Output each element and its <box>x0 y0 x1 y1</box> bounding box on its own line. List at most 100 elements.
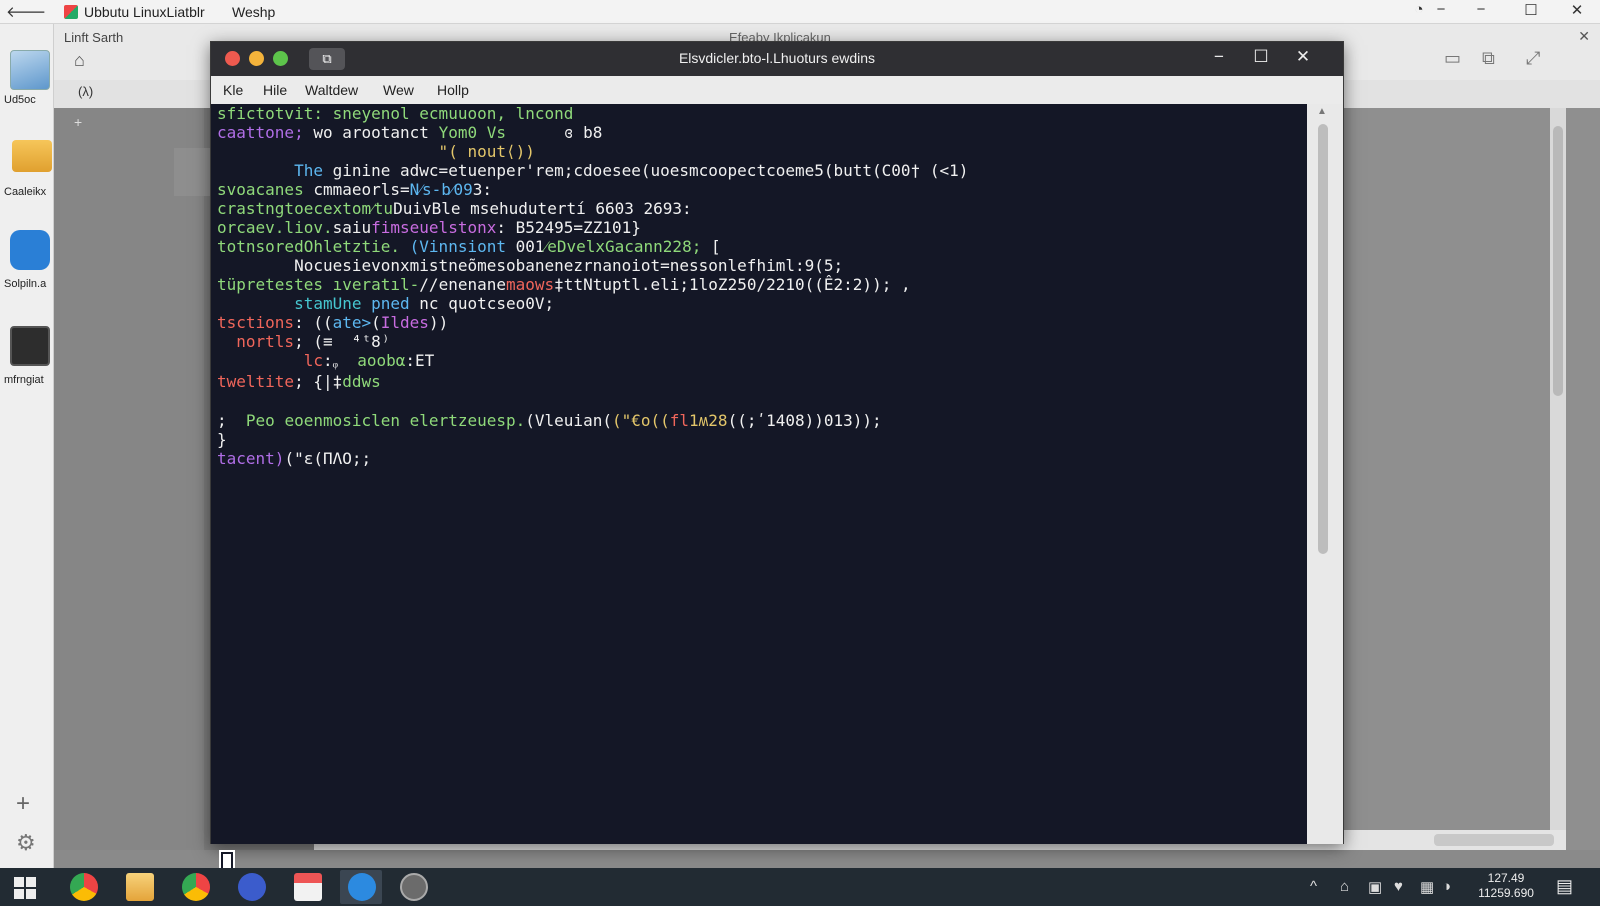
expand-icon[interactable]: ⤢ <box>1526 48 1540 69</box>
start-menu-icon[interactable] <box>14 877 36 899</box>
calendar-app-icon[interactable] <box>286 870 328 904</box>
terminal-token: :ET <box>405 351 435 370</box>
terminal-window: ⧉ Elsvdicler.bto-l.Lhuoturs ewdins − ☐ ✕… <box>210 41 1344 876</box>
terminal-line: sfictotvit: sneyenol ecmuuoon, lncond <box>217 104 968 123</box>
terminal-token: DuivBle <box>393 199 471 218</box>
host-menu-item[interactable]: Weshp <box>232 4 275 20</box>
desktop-icon-label: Caaleikx <box>4 186 47 198</box>
chrome-icon[interactable] <box>62 870 104 904</box>
terminal-token: tweltite <box>217 372 295 391</box>
minimize-icon[interactable]: − <box>1430 1 1452 18</box>
breadcrumb[interactable]: (λ) <box>78 84 93 99</box>
terminal-scrollbar[interactable]: ▲ <box>1307 104 1343 844</box>
battery-icon[interactable]: ▣ <box>1368 878 1382 896</box>
terminal-token: Nocuesievonxmistneõmesobanenezrnanoiot=n… <box>217 256 844 275</box>
terminal-output[interactable]: sfictotvit: sneyenol ecmuuoon, lncond caa… <box>211 104 1307 876</box>
maximize-button[interactable]: ☐ <box>1520 1 1542 19</box>
steam-icon[interactable] <box>392 870 434 904</box>
menu-item-window[interactable]: Wew <box>383 82 414 98</box>
host-window-title: Ubbutu LinuxLiatblr <box>84 4 205 20</box>
terminal-token: 001 <box>515 237 545 256</box>
clock[interactable]: 127.49 11259.690 <box>1476 871 1536 901</box>
add-icon[interactable]: + <box>16 790 30 818</box>
vertical-scrollbar[interactable] <box>1550 108 1566 836</box>
terminal-token: ⁄eDvelx <box>544 237 605 256</box>
scrollbar-thumb[interactable] <box>1434 834 1554 846</box>
settings-icon[interactable]: ⚙ <box>16 830 36 856</box>
scrollbar-thumb[interactable] <box>1318 124 1328 554</box>
terminal-token: {|‡ <box>313 372 343 391</box>
network-icon[interactable]: ⌂ <box>1340 878 1349 895</box>
terminal-line: tsctions: ((ate>(Ildes)) <box>217 313 968 332</box>
terminal-title: Elsvdicler.bto-l.Lhuoturs ewdins <box>678 50 876 66</box>
terminal-line: caattone; wo arootanct Yom0 Vs ɞ b8 <box>217 123 968 142</box>
minimize-button[interactable]: − <box>1470 1 1492 18</box>
volume-icon[interactable]: ◑ <box>1442 878 1451 895</box>
minimize-icon[interactable]: − <box>1207 47 1231 67</box>
add-icon[interactable]: + <box>74 114 82 130</box>
close-icon[interactable]: ✕ <box>1578 28 1590 45</box>
terminal-token: tacent) <box>217 449 285 468</box>
file-explorer-icon[interactable] <box>118 870 160 904</box>
menu-item-view[interactable]: Waltdew <box>305 82 358 98</box>
terminal-token: (Vleuian( <box>525 411 612 430</box>
terminal-token: } <box>217 430 227 449</box>
folder-icon[interactable] <box>12 140 52 172</box>
monitor-icon[interactable] <box>10 326 50 366</box>
terminal-token: 3: <box>472 180 493 199</box>
terminal-token: ginine adwc=etuenper'rem;cdoesee(uoesmco… <box>332 161 969 180</box>
terminal-token: fl <box>669 411 690 430</box>
terminal-token: nortls <box>217 332 295 351</box>
tray-expand-icon[interactable]: ^ <box>1310 878 1317 895</box>
status-icon[interactable]: ◔ <box>1408 1 1430 18</box>
app-icon <box>64 5 78 19</box>
terminal-token: [ <box>710 237 721 256</box>
scrollbar-thumb[interactable] <box>1553 126 1563 396</box>
terminal-token: ((;ʹ1408))013)); <box>727 411 882 430</box>
terminal-token: ddws <box>342 372 381 391</box>
terminal-token: saiu <box>332 218 372 237</box>
maximize-icon[interactable]: ☐ <box>1249 47 1273 67</box>
back-icon[interactable]: 🡐 <box>6 2 46 22</box>
home-icon[interactable]: ⌂ <box>74 50 85 71</box>
terminal-token: ıveratıl- <box>332 275 420 294</box>
terminal-token: Ildes <box>380 313 429 332</box>
terminal-token: Gacann228; <box>605 237 711 256</box>
clock-time: 127.49 <box>1487 871 1525 885</box>
health-icon[interactable]: ♥ <box>1394 878 1403 895</box>
edge-icon[interactable] <box>340 870 382 904</box>
close-button[interactable]: ✕ <box>1566 1 1588 19</box>
terminal-token: sfictotvit: <box>217 104 333 123</box>
image-file-icon[interactable] <box>10 50 50 90</box>
terminal-line: nortls; (≡ ⁴ᵗ8⁾ <box>217 332 968 351</box>
chrome-icon[interactable] <box>174 870 216 904</box>
terminal-line: "( nout⟨)) <box>217 142 968 161</box>
notification-icon[interactable]: ▤ <box>1556 876 1573 897</box>
terminal-title-bar[interactable]: ⧉ Elsvdicler.bto-l.Lhuoturs ewdins − ☐ ✕ <box>211 42 1343 76</box>
keyboard-icon[interactable]: ▦ <box>1420 878 1434 896</box>
terminal-line: tacent)("ɛ(ΠΛΟ;; <box>217 449 968 468</box>
chart-app-icon[interactable] <box>10 230 50 270</box>
terminal-token: ("€o(( <box>611 411 670 430</box>
menu-item-help[interactable]: Hollp <box>437 82 469 98</box>
terminal-line: tüpretestes ıveratıl-//enenanemaows‡ttNt… <box>217 275 968 294</box>
host-title-bar: 🡐 Ubbutu LinuxLiatblr Weshp ◔ − − ☐ ✕ <box>0 0 1600 24</box>
menu-item-file[interactable]: Kle <box>223 82 243 98</box>
terminal-token: lc <box>303 351 323 370</box>
terminal-token: wo arootanct <box>313 123 439 142</box>
menu-item-edit[interactable]: Hile <box>263 82 287 98</box>
terminal-token: tsctions <box>217 313 295 332</box>
close-icon[interactable]: ✕ <box>1291 47 1315 67</box>
terminal-line: crastngtoecextom⁄tuDuivBle msehudutertí … <box>217 199 968 218</box>
u-app-icon[interactable] <box>230 870 272 904</box>
background-window-title: Linft Sarth <box>64 30 124 45</box>
terminal-token: (Ê2:2)); , <box>814 275 911 294</box>
scroll-up-icon[interactable]: ▲ <box>1317 106 1327 117</box>
terminal-token: ; (≡ ⁴ᵗ8⁾ <box>294 332 391 351</box>
terminal-line: totnsoredOhletztie. (Vinnsiont 001⁄eDvel… <box>217 237 968 256</box>
copy-icon[interactable]: ⧉ <box>1482 48 1495 69</box>
terminal-line: Nocuesievonxmistneõmesobanenezrnanoiot=n… <box>217 256 968 275</box>
panel-icon[interactable]: ▭ <box>1444 48 1461 69</box>
terminal-token: :ᵩ <box>322 351 358 370</box>
terminal-token: eli;1loZ250/2210( <box>650 275 815 294</box>
